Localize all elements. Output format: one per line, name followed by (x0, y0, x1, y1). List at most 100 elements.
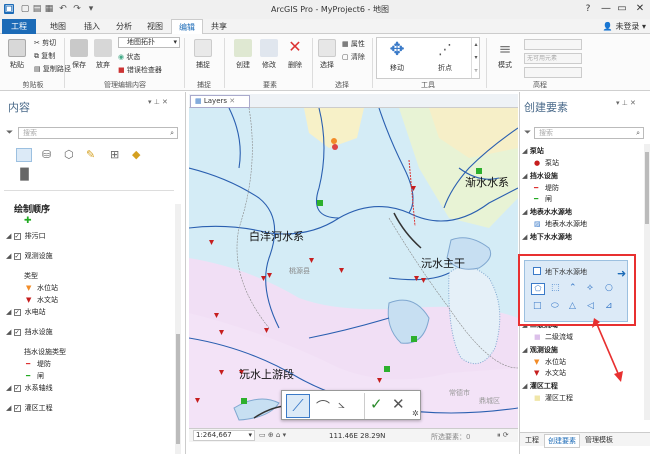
tab-edit[interactable]: 编辑 (171, 19, 203, 35)
list-by-source-icon[interactable]: ⛁ (42, 148, 51, 161)
bottom-tab-project[interactable]: 工程 (522, 434, 542, 446)
save-edits-icon[interactable] (70, 39, 88, 57)
template-group-header[interactable]: ◢ 地表水水源地 (522, 207, 572, 218)
template-group-header[interactable]: ◢ 地下水水源地 (522, 232, 572, 243)
triangle-tool-icon[interactable]: △ (569, 301, 576, 311)
save-edits-label[interactable]: 保存 (66, 60, 92, 70)
layer-checkbox[interactable]: ✓ (13, 405, 21, 412)
filter-icon[interactable]: ⏷ (524, 128, 531, 138)
snapping-label[interactable]: 捕捉 (188, 60, 218, 70)
pane-options-icons[interactable]: ▾ ⊥ ✕ (148, 98, 168, 106)
bottom-tab-manage-templates[interactable]: 管理模板 (582, 434, 616, 446)
ellipse-tool-icon[interactable]: ⬭ (551, 301, 559, 311)
mode-label[interactable]: 模式 (490, 60, 520, 70)
layer-row[interactable]: ◢ ✓ 观测设施 (6, 250, 53, 262)
filter-icon[interactable]: ⏷ (6, 128, 13, 138)
tab-insert[interactable]: 插入 (76, 19, 108, 34)
circle-tool-icon[interactable]: ○ (605, 283, 613, 293)
layer-checkbox[interactable]: ✓ (13, 233, 21, 240)
layer-checkbox[interactable]: ✓ (13, 329, 21, 336)
redo-icon[interactable]: ↷ (72, 4, 82, 14)
create-features-icon[interactable] (234, 39, 252, 57)
move-label[interactable]: 移动 (379, 63, 415, 73)
list-by-snapping-icon[interactable]: ⊞ (110, 148, 119, 161)
layer-checkbox[interactable]: ✓ (13, 309, 21, 316)
attributes-button[interactable]: ▦ 属性 (342, 39, 365, 49)
create-features-label[interactable]: 创建 (230, 60, 256, 70)
error-inspector-button[interactable]: ■ 错误检查器 (118, 65, 162, 75)
right-angle-tool-icon[interactable]: ⌃ (569, 283, 577, 293)
feature-template[interactable]: ● 泵站 (534, 158, 559, 169)
clear-selection-button[interactable]: ▢ 清除 (342, 52, 365, 62)
copy-button[interactable]: ⧉ 复制 (34, 51, 55, 61)
templates-scrollbar[interactable] (644, 144, 650, 420)
contents-search-input[interactable]: 搜索 ⌕ (18, 127, 178, 139)
expand-icon[interactable]: ◢ (6, 328, 14, 336)
pane-options-icons[interactable]: ▾ ⊥ ✕ (616, 99, 636, 107)
finish-icon[interactable]: ✓ (370, 395, 383, 413)
collapse-icon[interactable]: ◢ (522, 208, 530, 216)
templates-search-input[interactable]: 搜索 ⌕ (534, 127, 644, 139)
arc-tool-icon[interactable]: ⌒ (316, 397, 330, 417)
restore-button[interactable]: ▭ (614, 2, 630, 16)
feature-template[interactable]: ▼ 水位站 (534, 357, 566, 368)
template-group-header[interactable]: ◢ 观测设施 (522, 345, 558, 356)
status-tool-icons[interactable]: ▭ ⊕ ⌂ ▾ (259, 431, 286, 439)
mode-icon[interactable]: ≡ (496, 40, 514, 58)
expand-icon[interactable]: ◢ (6, 384, 14, 392)
template-group-header[interactable]: ◢ 灌区工程 (522, 381, 558, 392)
undo-icon[interactable]: ↶ (58, 4, 68, 14)
trace-fill-icon[interactable]: ◁ (587, 301, 594, 311)
user-account[interactable]: 👤 未登录 ▾ (562, 21, 646, 32)
layer-row[interactable]: ◢ ✓ 水电站 (6, 306, 46, 318)
layer-row[interactable]: ◢ ✓ 水系轴线 (6, 382, 53, 394)
collapse-icon[interactable]: ◢ (522, 172, 530, 180)
feature-template[interactable]: ▼ 水文站 (534, 368, 566, 379)
help-button[interactable]: ? (580, 2, 596, 16)
paste-icon[interactable] (8, 39, 26, 57)
delete-features-label[interactable]: 删除 (282, 60, 308, 70)
toolbar-options-icon[interactable]: ✲ (412, 409, 419, 418)
discard-edits-label[interactable]: 放弃 (90, 60, 116, 70)
modify-features-label[interactable]: 修改 (256, 60, 282, 70)
save-project-icon[interactable]: ▦ (44, 4, 54, 14)
gallery-scroll[interactable]: ▴ ▾ ▿ (471, 38, 480, 78)
cancel-icon[interactable]: ✕ (392, 395, 405, 413)
list-by-selection-icon[interactable]: ⬡ (64, 148, 74, 161)
snapping-icon[interactable] (194, 39, 212, 57)
arrow-right-icon[interactable]: ➜ (617, 267, 626, 280)
polygon-tool-icon[interactable]: ⬠ (531, 283, 545, 295)
delete-icon[interactable]: ✕ (286, 38, 304, 56)
edit-status-button[interactable]: ◉ 状态 (118, 52, 140, 62)
elevation-input-3[interactable] (524, 67, 582, 78)
autocomplete-polygon-icon[interactable]: ⬚ (551, 283, 560, 293)
status-pause-icon[interactable]: ⏸ ⟳ (497, 431, 509, 440)
topology-dropdown[interactable]: 地图拓扑 ▾ (118, 37, 180, 48)
tab-project[interactable]: 工程 (2, 19, 36, 34)
open-project-icon[interactable]: ▤ (32, 4, 42, 14)
list-by-labeling-icon[interactable]: ◆ (132, 148, 140, 161)
feature-template[interactable]: ━ 闸 (534, 194, 552, 205)
freehand-tool-icon[interactable]: ⟡ (587, 283, 593, 293)
feature-template[interactable]: ■ 二级流域 (534, 332, 573, 343)
expand-icon[interactable]: ◢ (6, 308, 14, 316)
customize-toolbar-icon[interactable]: ▾ (86, 4, 96, 14)
layer-row[interactable]: ◢ ✓ 灌区工程 (6, 402, 53, 414)
tab-view[interactable]: 视图 (140, 19, 170, 34)
layer-row[interactable]: ◢ ✓ 排污口 (6, 230, 46, 242)
trace-tool-icon[interactable]: ⦣ (338, 397, 345, 412)
minimize-button[interactable]: — (598, 2, 614, 16)
elevation-input-2[interactable]: 无可用元素 (524, 53, 582, 64)
paste-label[interactable]: 粘贴 (2, 60, 32, 70)
list-by-drawing-order-icon[interactable] (16, 148, 32, 162)
rectangle-tool-icon[interactable]: □ (533, 301, 542, 311)
list-by-editing-icon[interactable]: ✎ (86, 148, 95, 161)
bottom-tab-create-features[interactable]: 创建要素 (544, 434, 580, 448)
template-group-header[interactable]: ◢ 挡水设施 (522, 171, 558, 182)
new-project-icon[interactable]: ▢ (20, 4, 30, 14)
contents-scrollbar[interactable] (175, 204, 181, 454)
list-by-charts-icon[interactable]: ▐▌ (16, 168, 33, 181)
expand-icon[interactable]: ◢ (6, 252, 14, 260)
collapse-icon[interactable]: ◢ (522, 233, 530, 241)
elevation-input-1[interactable] (524, 39, 582, 50)
